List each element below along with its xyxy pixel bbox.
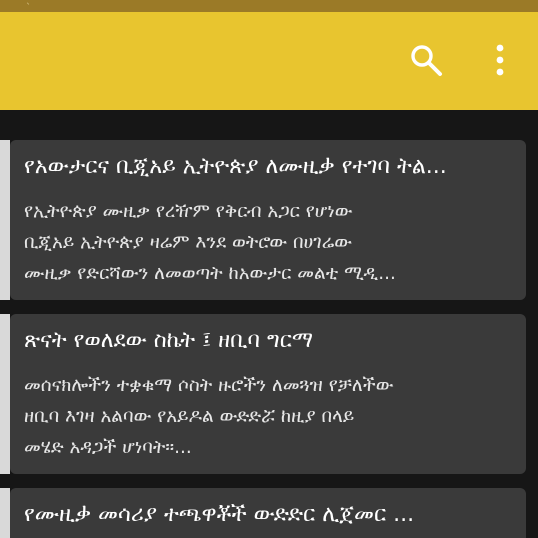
summary-line: መሄድ አዳጋች ሆነባት፡፡... [24,437,192,458]
article-title: የሙዚቃ መሳሪያ ተጫዋቾች ውድድር ሊጀመር ... [24,502,415,527]
summary-line: የኢትዮጵያ ሙዚቃ የረዥም የቅርብ አጋር የሆነው [24,201,353,222]
article-card[interactable]: የአውታርና ቢጂአይ ኢትዮጵያ ለሙዚቃ የተገባ ትል... የኢትዮጵያ… [0,140,526,300]
article-title: ጽናት የወለደው ስኬት ፤ ዘቢባ ግርማ [24,328,314,353]
summary-line: ሙዚቃ የድርሻውን ለመወጣት ከአውታር መልቲ ሚዲ... [24,263,396,284]
search-button[interactable] [406,40,446,80]
status-bar: ˎ [0,0,538,12]
overflow-menu-button[interactable] [480,40,520,80]
article-card[interactable]: ጽናት የወለደው ስኬት ፤ ዘቢባ ግርማ መሰናክሎችን ተቋቁማ ሶስት… [0,314,526,474]
article-card[interactable]: የሙዚቃ መሳሪያ ተጫዋቾች ውድድር ሊጀመር ... [0,488,526,538]
article-summary: የኢትዮጵያ ሙዚቃ የረዥም የቅርብ አጋር የሆነው ቢጂአይ ኢትዮጵያ… [24,196,512,289]
summary-line: መሰናክሎችን ተቋቁማ ሶስት ዙሮችን ለመጓዝ የቻለችው [24,375,394,396]
article-summary: መሰናክሎችን ተቋቁማ ሶስት ዙሮችን ለመጓዝ የቻለችው ዘቢባ እገዛ… [24,370,512,463]
article-title: የአውታርና ቢጂአይ ኢትዮጵያ ለሙዚቃ የተገባ ትል... [24,154,447,179]
status-glyph: ˎ [26,0,31,5]
article-feed[interactable]: የአውታርና ቢጂአይ ኢትዮጵያ ለሙዚቃ የተገባ ትል... የኢትዮጵያ… [0,110,538,538]
summary-line: ቢጂአይ ኢትዮጵያ ዛሬም እንደ ወትሮው በሀገሬው [24,232,352,253]
more-vert-icon [496,44,504,76]
search-icon [411,45,442,76]
app-toolbar [0,12,538,110]
summary-line: ዘቢባ እገዛ አልባው የአይዶል ውድድሯ ከዚያ በላይ [24,406,355,427]
